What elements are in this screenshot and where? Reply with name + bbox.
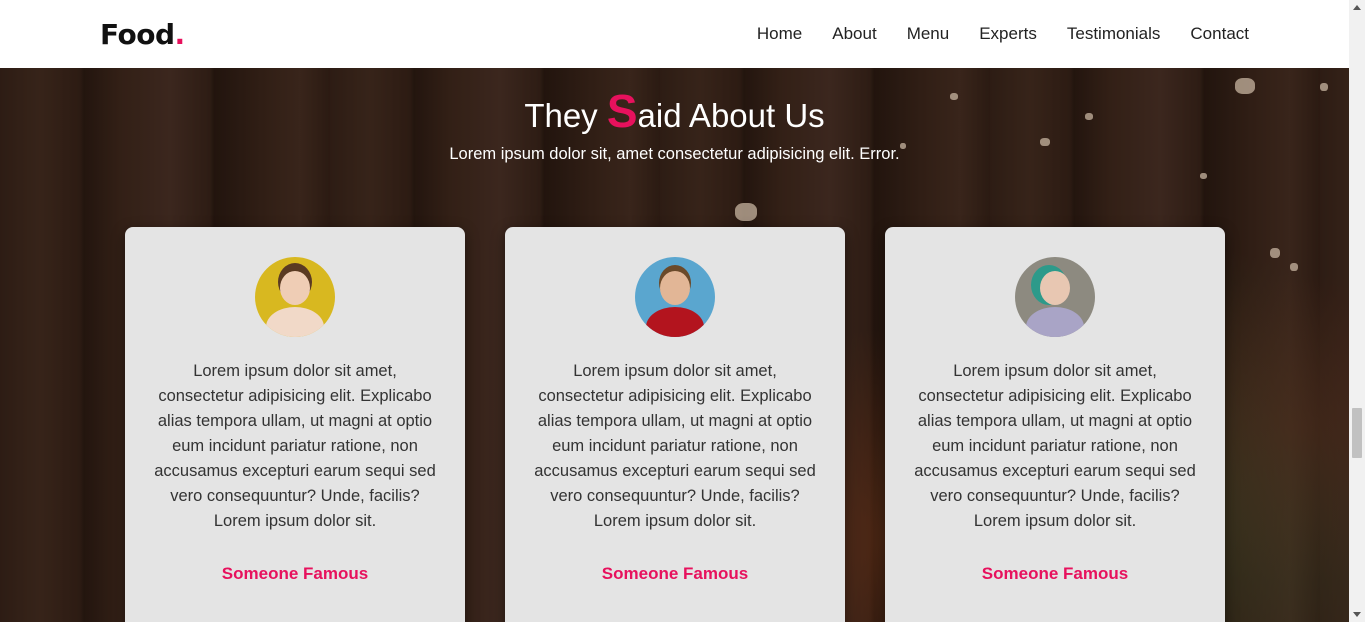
testimonial-card: Lorem ipsum dolor sit amet, consectetur … [505,227,845,622]
testimonial-author: Someone Famous [981,564,1129,583]
testimonial-text: Lorem ipsum dolor sit amet, consectetur … [154,362,436,530]
section-subtitle: Lorem ipsum dolor sit, amet consectetur … [449,145,900,163]
testimonial-author: Someone Famous [601,564,749,583]
nav-link-contact[interactable]: Contact [1190,24,1249,44]
navbar: Food. Home About Menu Experts Testimonia… [0,0,1349,68]
background-crumb [735,203,757,221]
scrollbar[interactable] [1349,0,1365,622]
logo-dot: . [174,17,186,51]
nav-link-testimonials[interactable]: Testimonials [1067,24,1161,44]
scrollbar-thumb[interactable] [1352,408,1362,458]
scroll-down-arrow-icon[interactable] [1353,612,1361,617]
scroll-up-arrow-icon[interactable] [1353,5,1361,10]
heading-part-2: aid About Us [637,97,825,134]
nav-link-home[interactable]: Home [757,24,802,44]
background-crumb [1200,173,1207,179]
section-heading: They Said About Us [0,84,1349,138]
heading-part-1: They [524,97,607,134]
background-crumb [1270,248,1280,258]
avatar [255,257,335,337]
testimonial-card: Lorem ipsum dolor sit amet, consectetur … [885,227,1225,622]
heading-highlight: S [606,85,638,137]
nav-link-about[interactable]: About [832,24,876,44]
testimonial-text: Lorem ipsum dolor sit amet, consectetur … [534,362,816,530]
avatar [635,257,715,337]
testimonial-text: Lorem ipsum dolor sit amet, consectetur … [914,362,1196,530]
logo-text: Food [100,17,175,51]
background-crumb [1290,263,1298,271]
testimonial-card: Lorem ipsum dolor sit amet, consectetur … [125,227,465,622]
nav-links: Home About Menu Experts Testimonials Con… [727,24,1249,44]
avatar [1015,257,1095,337]
nav-link-menu[interactable]: Menu [907,24,950,44]
logo[interactable]: Food. [100,18,185,51]
nav-link-experts[interactable]: Experts [979,24,1037,44]
testimonial-author: Someone Famous [221,564,369,583]
